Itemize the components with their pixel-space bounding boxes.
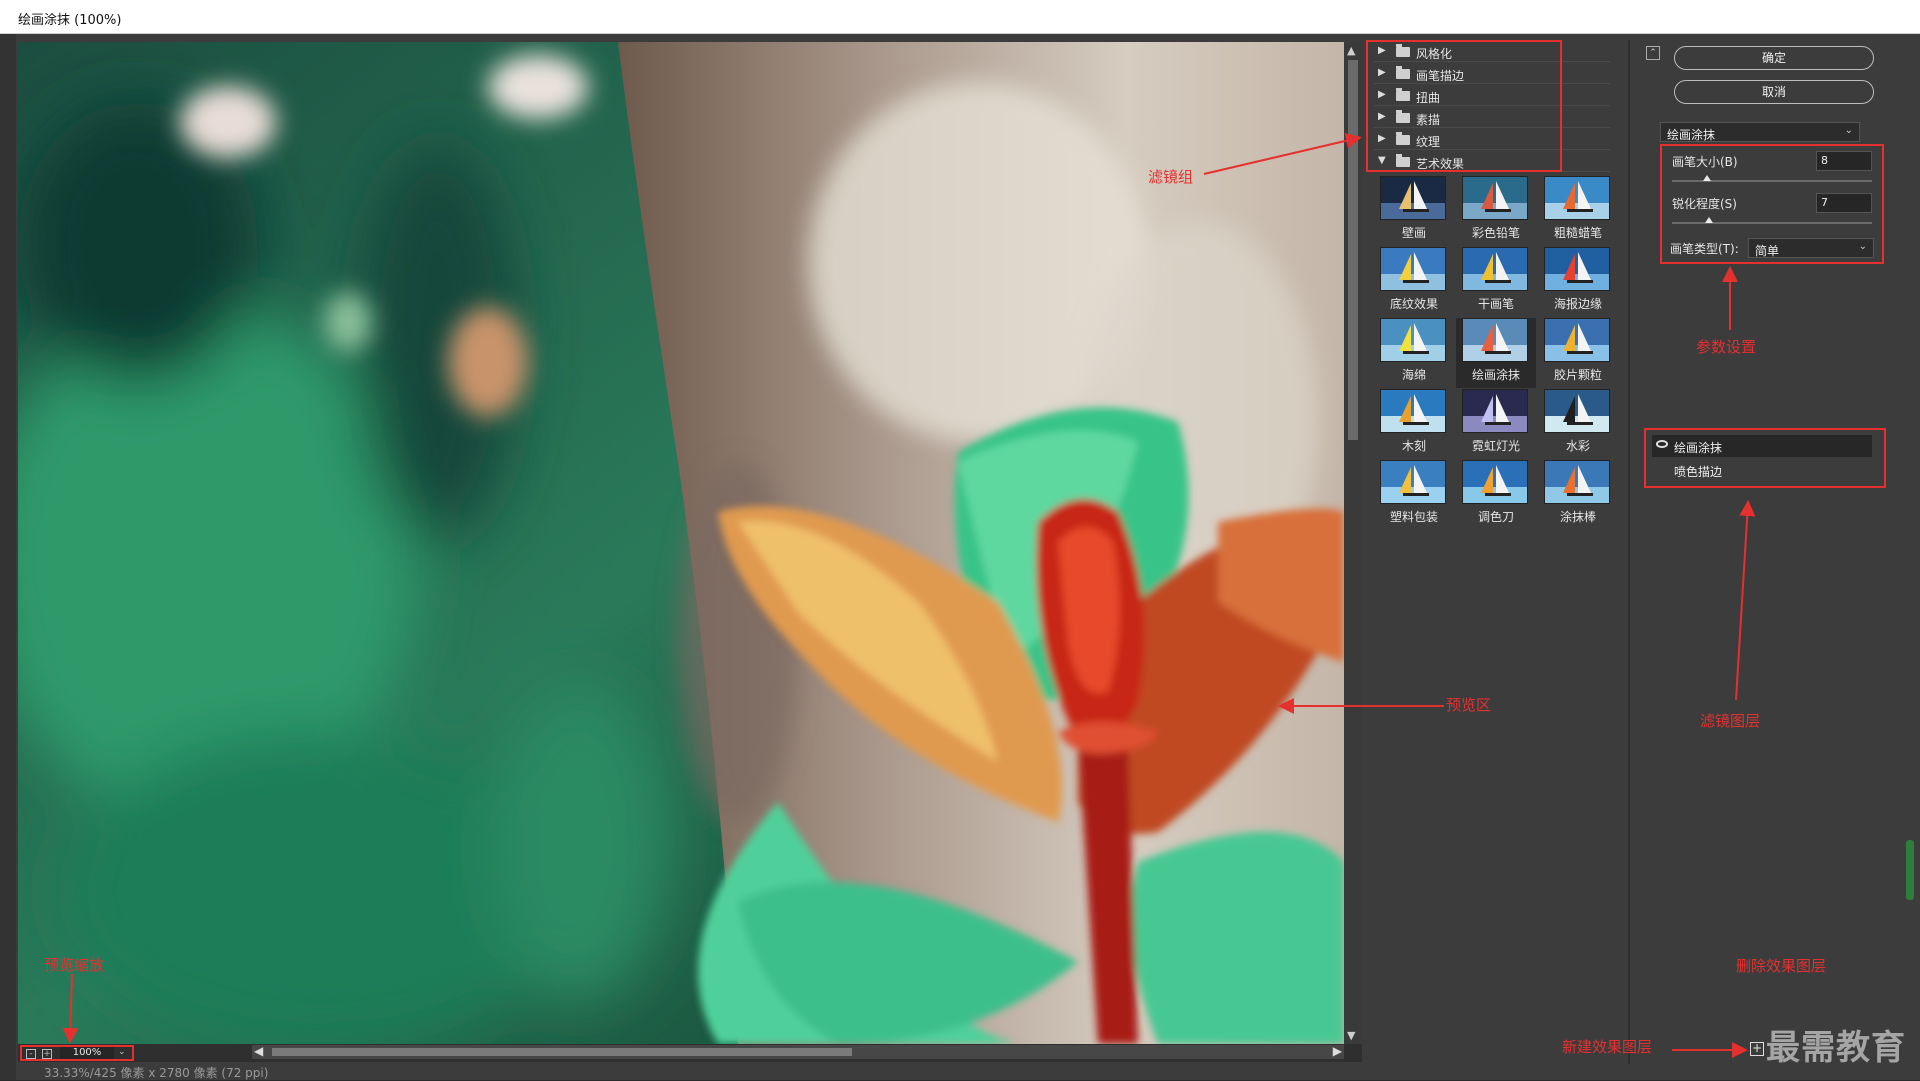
filter-thumb-7[interactable]: 绘画涂抹: [1456, 318, 1536, 388]
new-effect-layer-button[interactable]: +: [1750, 1042, 1764, 1056]
filter-thumb-0[interactable]: 壁画: [1374, 176, 1454, 246]
filter-thumb-label: 涂抹棒: [1559, 510, 1596, 524]
ok-button[interactable]: 确定: [1674, 46, 1874, 70]
filter-preview-image: [1462, 460, 1528, 504]
scroll-down-icon[interactable]: ▼: [1347, 1029, 1355, 1042]
filter-thumb-label: 壁画: [1401, 226, 1426, 240]
preview-area[interactable]: [18, 42, 1344, 1044]
filter-preview-image: [1544, 460, 1610, 504]
filter-thumb-label: 调色刀: [1477, 510, 1514, 524]
filter-thumb-label: 粗糙蜡笔: [1553, 226, 1602, 240]
scroll-right-icon[interactable]: ▶: [1333, 1044, 1342, 1058]
filter-preview-image: [1380, 318, 1446, 362]
filter-thumb-13[interactable]: 调色刀: [1456, 460, 1536, 530]
filter-layers-annotation: 滤镜图层: [1700, 712, 1761, 730]
filter-thumb-12[interactable]: 塑料包装: [1374, 460, 1454, 530]
document-info: 33.33%/425 像素 x 2780 像素 (72 ppi): [44, 1066, 269, 1080]
left-edge: [0, 34, 16, 1080]
filter-category-panel: ▶ 风格化 ▶ 画笔描边 ▶ 扭曲 ▶ 素描 ▶ 纹理 ▼ 艺术效果 壁画 彩色…: [1366, 40, 1616, 1064]
horizontal-scroll-thumb[interactable]: [272, 1048, 852, 1056]
filter-thumb-label: 木刻: [1401, 439, 1426, 453]
preview-area-annotation: 预览区: [1446, 696, 1492, 714]
zoom-in-button[interactable]: +: [42, 1049, 52, 1059]
filter-thumb-label: 底纹效果: [1389, 297, 1438, 311]
scroll-left-icon[interactable]: ◀: [254, 1044, 263, 1058]
param-settings-highlight: [1660, 144, 1884, 264]
preview-vertical-scrollbar[interactable]: ▲ ▼: [1344, 42, 1362, 1044]
filter-select[interactable]: 绘画涂抹 ⌄: [1660, 122, 1860, 142]
panel-divider: [1628, 40, 1630, 1064]
filter-thumb-5[interactable]: 海报边缘: [1538, 247, 1618, 317]
filter-thumb-4[interactable]: 干画笔: [1456, 247, 1536, 317]
filter-thumb-label: 霓虹灯光: [1471, 439, 1520, 453]
chevron-down-icon: ⌄: [1844, 125, 1853, 136]
filter-thumb-label: 海报边缘: [1553, 297, 1602, 311]
filter-preview-image: [1462, 176, 1528, 220]
filter-group-annotation: 滤镜组: [1148, 168, 1194, 186]
filter-thumb-label: 海绵: [1401, 368, 1426, 382]
filter-thumb-10[interactable]: 霓虹灯光: [1456, 389, 1536, 459]
zoom-out-button[interactable]: -: [26, 1049, 36, 1059]
filter-gallery-window: 绘画涂抹 (100%) ▲ ▼ ◀ ▶ - + 100% ⌄ 33.33%/42…: [0, 0, 1920, 1080]
filter-preview-image: [1544, 318, 1610, 362]
title-bar: 绘画涂抹 (100%): [0, 0, 1920, 34]
zoom-control: - + 100% ⌄: [20, 1045, 134, 1061]
filter-layers-highlight: [1644, 428, 1886, 488]
edge-indicator: [1906, 840, 1914, 900]
watermark: 最需教育: [1766, 1028, 1906, 1068]
filter-thumb-9[interactable]: 木刻: [1374, 389, 1454, 459]
preview-horizontal-scrollbar[interactable]: ◀ ▶: [252, 1044, 1344, 1059]
filter-preview-image: [1462, 318, 1528, 362]
zoom-value[interactable]: 100%: [60, 1047, 114, 1059]
scroll-up-icon[interactable]: ▲: [1347, 44, 1355, 57]
filter-thumb-3[interactable]: 底纹效果: [1374, 247, 1454, 317]
filter-preview-image: [1544, 176, 1610, 220]
preview-zoom-annotation: 预览缩放: [44, 956, 105, 974]
filter-preview-image: [1544, 247, 1610, 291]
zoom-dropdown-icon[interactable]: ⌄: [118, 1047, 126, 1057]
param-settings-annotation: 参数设置: [1696, 338, 1757, 356]
collapse-panel-icon[interactable]: ⌃: [1646, 46, 1660, 60]
filter-thumb-label: 胶片颗粒: [1553, 368, 1602, 382]
filter-thumb-8[interactable]: 胶片颗粒: [1538, 318, 1618, 388]
delete-layer-annotation: 删除效果图层: [1736, 957, 1827, 975]
cancel-button[interactable]: 取消: [1674, 80, 1874, 104]
filter-preview-image: [1462, 247, 1528, 291]
filter-thumb-2[interactable]: 粗糙蜡笔: [1538, 176, 1618, 246]
filter-thumb-1[interactable]: 彩色铅笔: [1456, 176, 1536, 246]
filter-thumb-label: 绘画涂抹: [1471, 368, 1520, 382]
filter-thumb-6[interactable]: 海绵: [1374, 318, 1454, 388]
filter-thumb-11[interactable]: 水彩: [1538, 389, 1618, 459]
filter-thumb-label: 水彩: [1565, 439, 1590, 453]
window-title: 绘画涂抹 (100%): [18, 13, 122, 28]
filter-preview-image: [1544, 389, 1610, 433]
filter-preview-image: [1380, 176, 1446, 220]
filter-preview-image: [1380, 460, 1446, 504]
new-layer-annotation: 新建效果图层: [1562, 1038, 1653, 1056]
filter-thumb-label: 干画笔: [1477, 297, 1514, 311]
filter-thumb-label: 彩色铅笔: [1471, 226, 1520, 240]
filter-preview-image: [1380, 389, 1446, 433]
filter-preview-image: [1380, 247, 1446, 291]
filter-thumb-label: 塑料包装: [1389, 510, 1438, 524]
filter-thumb-14[interactable]: 涂抹棒: [1538, 460, 1618, 530]
filter-preview-image: [1462, 389, 1528, 433]
filter-group-highlight: [1366, 40, 1562, 172]
preview-image: [18, 42, 1344, 1044]
vertical-scroll-thumb[interactable]: [1348, 60, 1358, 440]
